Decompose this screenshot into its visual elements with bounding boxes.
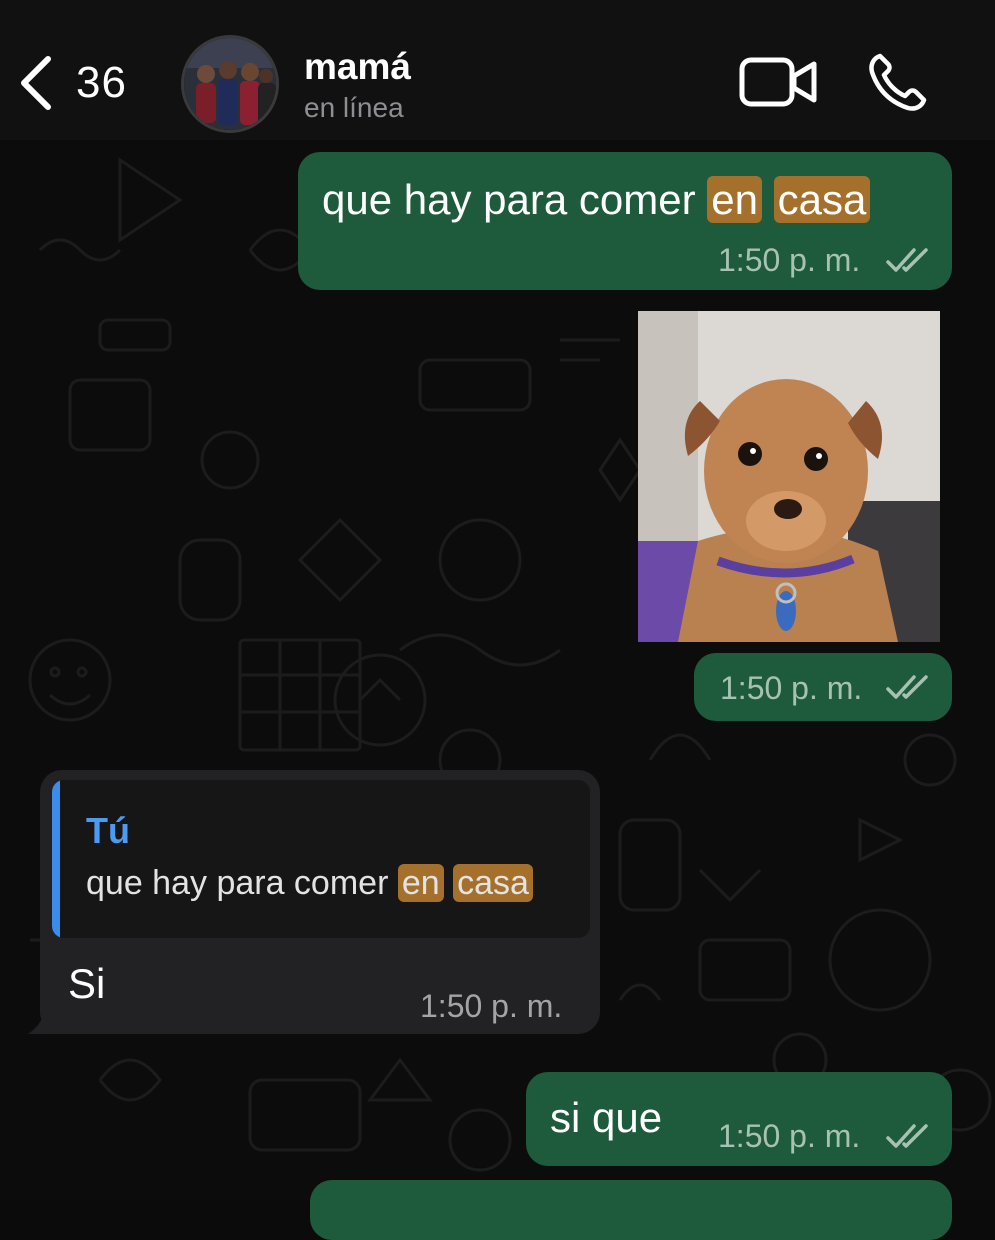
message-text-space [762, 176, 774, 223]
message-bubble-outgoing[interactable]: que hay para comer en casa 1:50 p. m. [298, 152, 952, 290]
quoted-author: Tú [86, 810, 130, 851]
phone-icon [869, 53, 927, 111]
quoted-text-space [444, 864, 453, 902]
image-message[interactable] [638, 311, 940, 642]
message-time: 1:50 p. m. [718, 242, 861, 278]
search-highlight: en [707, 176, 762, 223]
search-highlight: casa [773, 176, 871, 223]
quoted-text: que hay para comer en casa [86, 864, 533, 903]
avatar-photo [184, 38, 276, 130]
double-check-icon [886, 1124, 928, 1148]
message-bubble-outgoing-partial[interactable] [310, 1180, 952, 1240]
message-text: que hay para comer en casa [322, 176, 871, 224]
chevron-left-icon [21, 56, 51, 110]
contact-status: en línea [304, 92, 404, 123]
message-text-part: que hay para comer [322, 176, 708, 223]
avatar[interactable] [181, 35, 279, 133]
message-text: si que [550, 1094, 663, 1141]
message-time: 1:50 p. m. [718, 1118, 861, 1154]
image-timestamp-bubble: 1:50 p. m. [694, 653, 952, 721]
unread-count: 36 [76, 58, 127, 107]
double-check-icon [886, 248, 928, 272]
chat-header: 36 mamá en línea [0, 0, 995, 140]
message-time: 1:50 p. m. [420, 988, 563, 1024]
dog-photo [638, 311, 940, 642]
video-call-button[interactable] [738, 52, 818, 117]
search-highlight: casa [453, 864, 533, 902]
contact-name[interactable]: mamá [304, 46, 411, 88]
message-text: Si [68, 960, 106, 1007]
quoted-message[interactable]: Tú que hay para comer en casa [52, 780, 590, 938]
message-bubble-outgoing[interactable]: si que 1:50 p. m. [526, 1072, 952, 1166]
voice-call-button[interactable] [866, 50, 930, 119]
double-check-icon [886, 675, 928, 699]
message-time: 1:50 p. m. [720, 670, 863, 706]
message-bubble-incoming[interactable]: Tú que hay para comer en casa Si 1:50 p.… [40, 770, 600, 1034]
back-button[interactable]: 36 [18, 48, 127, 118]
quoted-text-part: que hay para comer [86, 864, 398, 902]
quote-accent-bar [52, 780, 60, 938]
video-camera-icon [739, 57, 817, 107]
search-highlight: en [397, 864, 444, 902]
